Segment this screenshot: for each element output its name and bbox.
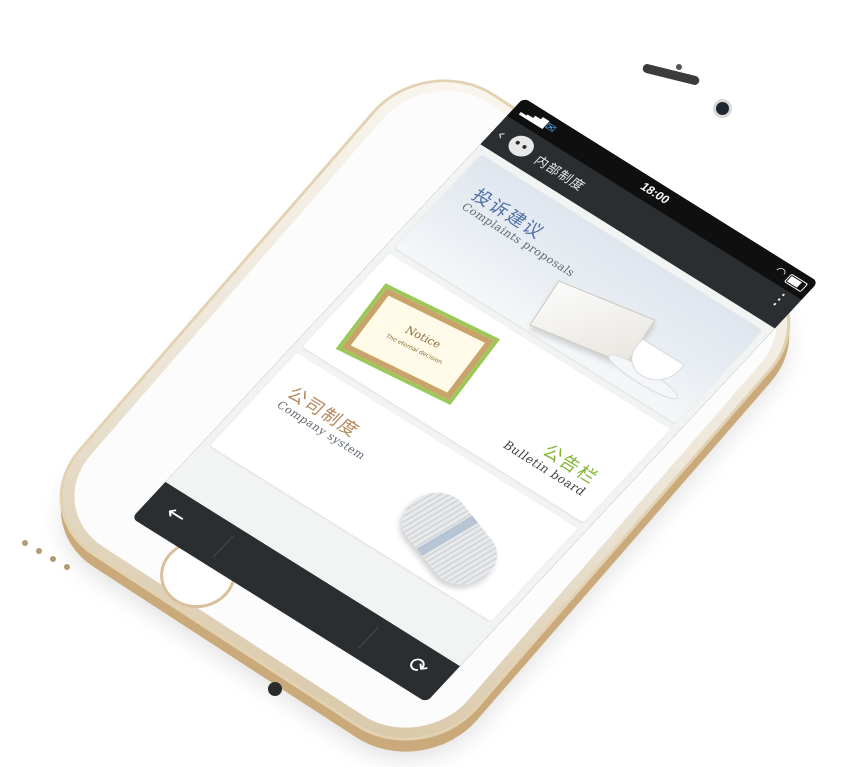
back-arrow-icon[interactable]: ← — [159, 501, 192, 529]
wechat-icon[interactable] — [503, 131, 540, 161]
proximity-sensor — [676, 64, 682, 70]
speaker-grille-dot — [22, 540, 28, 546]
back-chevron-icon[interactable]: ‹ — [492, 126, 511, 144]
front-camera — [716, 102, 729, 115]
headphone-jack — [268, 682, 282, 696]
refresh-icon[interactable]: ⟳ — [401, 652, 434, 680]
newspaper-illustration — [389, 481, 510, 596]
notice-board-illustration: Notice The eternal decision — [341, 288, 495, 400]
speaker-grille-dot — [64, 564, 70, 570]
earpiece-speaker — [641, 63, 701, 86]
bottom-divider — [212, 535, 234, 558]
battery-icon — [783, 273, 809, 293]
more-icon[interactable]: ⋮ — [764, 287, 794, 312]
bottom-divider — [358, 626, 379, 649]
phone-mockup: ▂▃▅▇ ✉ 18:00 ◠ ‹ 内部制度 ⋮ 投诉建议 Complaints … — [0, 0, 852, 767]
speaker-grille-dot — [36, 548, 42, 554]
speaker-grille-dot — [50, 556, 56, 562]
newspaper-band — [416, 515, 479, 556]
